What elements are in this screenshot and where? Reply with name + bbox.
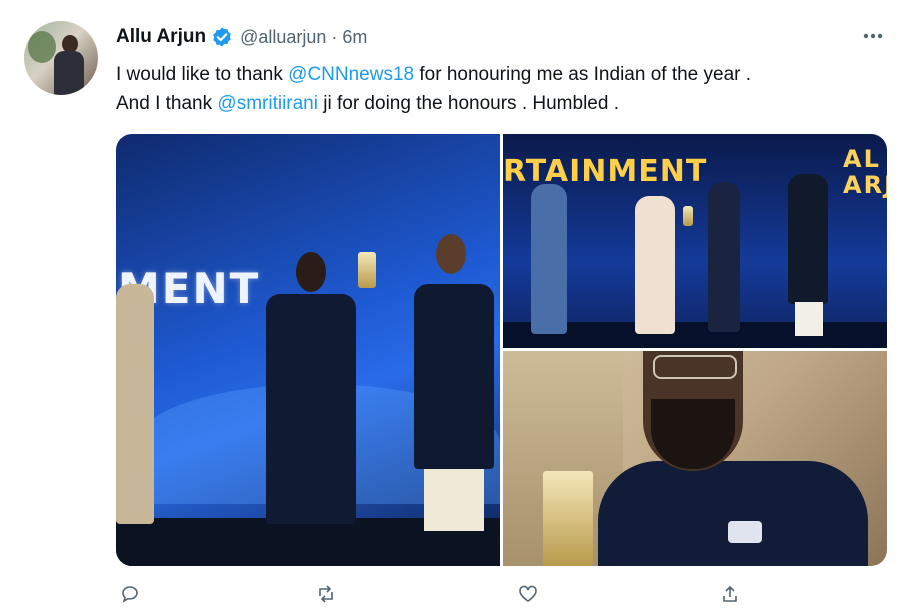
stage-banner-text-right: AL ARJ [843,145,887,199]
tweet-timestamp[interactable]: 6m [342,27,367,48]
tweet-action-bar [116,584,887,604]
mention-link-smritiirani[interactable]: @smritiirani [217,93,318,114]
tweet-text-segment: I would like to thank [116,64,289,85]
reply-icon[interactable] [120,584,140,604]
author-name[interactable]: Allu Arjun [116,26,206,48]
mention-link-cnnnews18[interactable]: @CNNnews18 [288,64,414,85]
person-suit [531,184,567,334]
like-icon[interactable] [518,584,538,604]
media-photo-award-handover[interactable]: RTAINMENT AL ARJ [503,134,887,348]
pocket-square [728,521,762,543]
tweet-text: I would like to thank @CNNnews18 for hon… [116,60,896,118]
tweet-text-line-1: I would like to thank @CNNnews18 for hon… [116,60,896,89]
person-saree [635,196,675,334]
trophy-star [543,471,593,566]
portrait-person-body [598,461,868,566]
tweet-media-grid: MENT RTAINMENT AL ARJ [116,134,887,566]
person-award-holder-head [296,252,326,292]
person-receiving [708,182,740,332]
tweet-text-segment: And I thank [116,93,218,114]
avatar-background-tree [28,31,56,63]
author-avatar[interactable] [24,21,98,95]
tweet-text-line-2: And I thank @smritiirani ji for doing th… [116,89,896,118]
person-left-edge [116,284,154,524]
person-award-holder [266,294,356,524]
person-right-trousers [795,302,823,336]
tweet-header: Allu Arjun @alluarjun · 6m [116,24,367,50]
avatar-body [54,51,84,95]
stage-banner-text: RTAINMENT [503,154,708,189]
tweet-text-segment: ji for doing the honours . Humbled . [317,93,619,114]
header-separator: · [331,26,338,47]
author-handle[interactable]: @alluarjun [240,27,326,48]
retweet-icon[interactable] [316,584,336,604]
more-options-icon[interactable] [856,24,890,48]
media-photo-portrait[interactable] [503,351,887,566]
verified-badge-icon [211,26,233,48]
portrait-glasses [653,355,737,379]
media-photo-stage-award[interactable]: MENT [116,134,500,566]
trophy-handover [683,206,693,226]
person-presenter-head [436,234,466,274]
tweet-text-segment: for honouring me as Indian of the year . [414,64,752,85]
person-presenter [414,284,494,469]
person-presenter-trousers [424,469,484,531]
share-icon[interactable] [720,584,740,604]
person-right [788,174,828,304]
trophy-raised [358,252,376,288]
